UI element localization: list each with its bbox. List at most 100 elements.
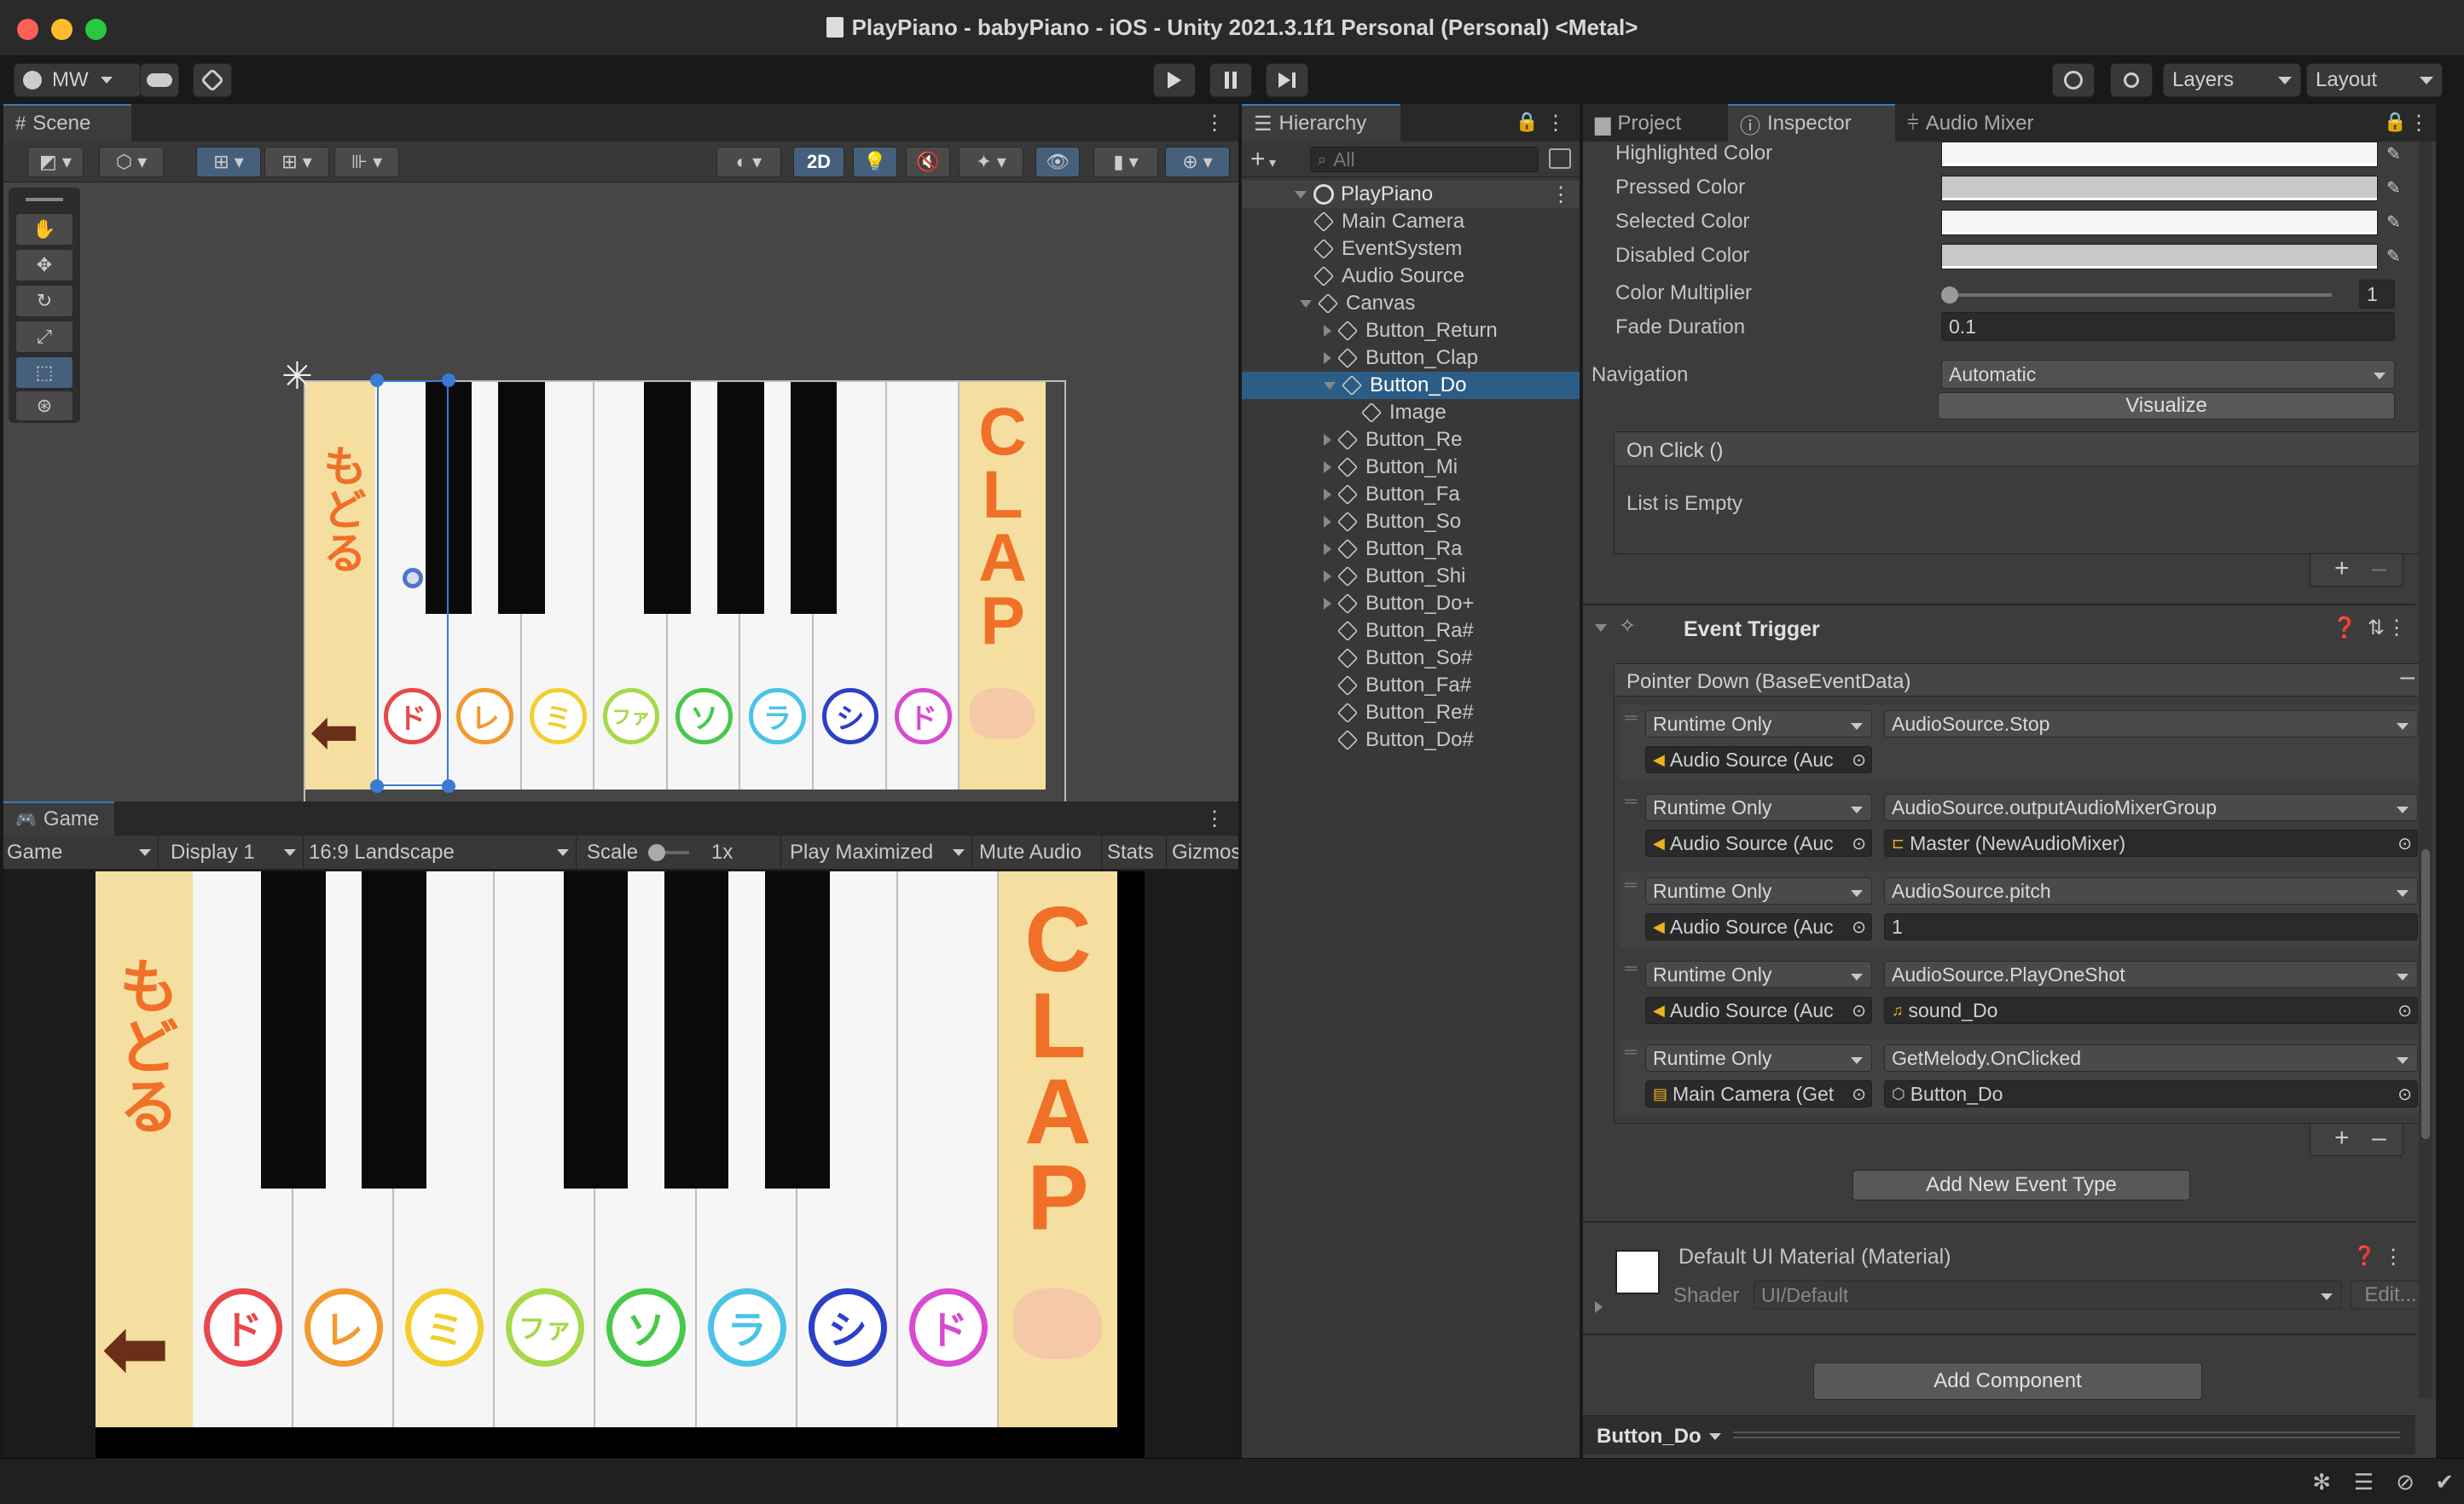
collapse-arrow-icon[interactable] bbox=[1324, 381, 1336, 390]
target-object-field[interactable]: ◀ Audio Source (Auc ⊙ bbox=[1645, 997, 1872, 1024]
hierarchy-item[interactable]: Button_Clap bbox=[1242, 344, 1580, 372]
game-black-key[interactable] bbox=[664, 871, 729, 1189]
function-dropdown[interactable]: GetMelody.OnClicked bbox=[1884, 1044, 2418, 1072]
function-dropdown[interactable]: AudioSource.Stop bbox=[1884, 710, 2418, 738]
visualize-button[interactable]: Visualize bbox=[1938, 392, 2395, 419]
object-picker-icon[interactable]: ⊙ bbox=[1852, 1084, 1866, 1105]
scene-clap-button[interactable]: CLAP bbox=[960, 382, 1046, 790]
inspector-menu-icon[interactable]: ⋮ bbox=[2409, 111, 2429, 136]
hierarchy-item[interactable]: Canvas bbox=[1242, 290, 1580, 317]
material-menu-icon[interactable]: ⋮ bbox=[2383, 1245, 2403, 1270]
camera-button[interactable]: ▮ ▾ bbox=[1093, 147, 1158, 177]
color-multiplier-field[interactable]: 1 bbox=[2359, 280, 2395, 309]
scene-back-button[interactable]: もどる ⬅ bbox=[305, 382, 376, 790]
game-black-key[interactable] bbox=[362, 871, 426, 1189]
scene-menu-icon[interactable]: ⋮ bbox=[1204, 111, 1225, 136]
selection-handle[interactable] bbox=[370, 779, 384, 793]
pivot-handle[interactable] bbox=[403, 568, 423, 588]
expand-arrow-icon[interactable] bbox=[1324, 325, 1331, 337]
eyedropper-icon[interactable]: ✎ bbox=[2386, 211, 2405, 232]
scrollbar-thumb[interactable] bbox=[2421, 849, 2430, 1139]
tab-hierarchy[interactable]: ☰ Hierarchy bbox=[1242, 104, 1400, 142]
gizmos-toggle[interactable]: Gizmos bbox=[1172, 836, 1238, 870]
drag-handle-icon[interactable]: ═ bbox=[1625, 709, 1637, 728]
tab-audio-mixer[interactable]: ⫩ Audio Mixer bbox=[1895, 104, 2066, 142]
runtime-mode-dropdown[interactable]: Runtime Only bbox=[1645, 1044, 1872, 1072]
object-picker-icon[interactable]: ⊙ bbox=[1852, 917, 1866, 938]
object-picker-icon[interactable]: ⊙ bbox=[2397, 833, 2412, 854]
root-menu-icon[interactable]: ⋮ bbox=[1551, 182, 1571, 207]
expand-arrow-icon[interactable] bbox=[1324, 434, 1331, 446]
runtime-mode-dropdown[interactable]: Runtime Only bbox=[1645, 961, 1872, 988]
argument-field[interactable]: ⬡ Button_Do ⊙ bbox=[1884, 1080, 2418, 1108]
object-picker-icon[interactable]: ⊙ bbox=[2397, 1084, 2412, 1105]
shader-dropdown[interactable]: UI/Default bbox=[1754, 1281, 2342, 1310]
hierarchy-item[interactable]: Button_Mi bbox=[1242, 454, 1580, 481]
expand-arrow-icon[interactable] bbox=[1324, 516, 1331, 528]
hierarchy-item[interactable]: Button_So bbox=[1242, 508, 1580, 535]
step-button[interactable] bbox=[1266, 63, 1308, 97]
hierarchy-item[interactable]: Audio Source bbox=[1242, 263, 1580, 290]
game-back-button[interactable]: もどる ⬅ bbox=[96, 871, 193, 1427]
function-dropdown[interactable]: AudioSource.outputAudioMixerGroup bbox=[1884, 794, 2418, 821]
hierarchy-item[interactable]: Button_Ra bbox=[1242, 535, 1580, 563]
lighting-button[interactable]: 💡 bbox=[853, 147, 897, 177]
help-icon[interactable]: ❓ bbox=[2353, 1245, 2376, 1267]
cloud-button[interactable] bbox=[140, 63, 179, 97]
event-trigger-header[interactable]: ✧ Event Trigger ❓ ⇅ ⋮ bbox=[1583, 609, 2415, 648]
drag-handle-icon[interactable]: ═ bbox=[1625, 792, 1637, 812]
selection-handle[interactable] bbox=[442, 373, 455, 387]
function-dropdown[interactable]: AudioSource.pitch bbox=[1884, 877, 2418, 905]
game-black-key[interactable] bbox=[764, 871, 830, 1189]
target-object-field[interactable]: ◀ Audio Source (Auc ⊙ bbox=[1645, 830, 1872, 857]
game-clap-button[interactable]: CLAP bbox=[999, 871, 1117, 1427]
gizmos-button[interactable]: ⊕ ▾ bbox=[1165, 147, 1230, 177]
navigation-dropdown[interactable]: Automatic bbox=[1941, 360, 2395, 389]
hierarchy-item[interactable]: Button_Do bbox=[1242, 372, 1580, 399]
scene-view[interactable]: ✋ ✥ ↻ ⤢ ⬚ ⊛ もどる ⬅ ドレミファソラシド C L A P ✳ bbox=[3, 182, 1238, 801]
target-object-field[interactable]: ▤ Main Camera (Get ⊙ bbox=[1645, 1080, 1872, 1108]
remove-event-button[interactable]: – bbox=[2400, 662, 2415, 691]
target-object-field[interactable]: ◀ Audio Source (Auc ⊙ bbox=[1645, 913, 1872, 940]
play-button[interactable] bbox=[1153, 63, 1196, 97]
mode-2d-button[interactable]: 2D bbox=[793, 147, 844, 177]
hand-tool-icon[interactable]: ✋ bbox=[15, 213, 73, 246]
argument-field[interactable]: ♫ sound_Do ⊙ bbox=[1884, 997, 2418, 1024]
scale-slider[interactable] bbox=[648, 844, 690, 861]
color-field[interactable] bbox=[1941, 142, 2378, 167]
search-button[interactable] bbox=[2110, 63, 2153, 97]
component-menu-icon[interactable]: ⋮ bbox=[2386, 616, 2407, 640]
transform-tool-icon[interactable]: ⊛ bbox=[15, 390, 73, 421]
drag-handle-icon[interactable]: ═ bbox=[1625, 876, 1637, 895]
lock-icon[interactable]: 🔒 bbox=[2384, 111, 2407, 133]
expand-arrow-icon[interactable] bbox=[1324, 543, 1331, 555]
help-icon[interactable]: ❓ bbox=[2332, 616, 2357, 640]
object-picker-icon[interactable]: ⊙ bbox=[1852, 1000, 1866, 1021]
expand-arrow-icon[interactable] bbox=[1324, 352, 1331, 364]
lock-icon[interactable]: 🔒 bbox=[1516, 111, 1539, 133]
tab-inspector[interactable]: ⓘ Inspector bbox=[1728, 104, 1895, 142]
add-new-event-type-button[interactable]: Add New Event Type bbox=[1852, 1170, 2190, 1200]
hierarchy-item[interactable]: Button_Shi bbox=[1242, 563, 1580, 590]
argument-field[interactable]: 1 bbox=[1884, 913, 2418, 940]
footer-splitter[interactable] bbox=[1733, 1432, 2400, 1438]
scene-black-key[interactable] bbox=[644, 382, 692, 615]
hierarchy-item[interactable]: Button_Ra# bbox=[1242, 617, 1580, 645]
remove-listener-button[interactable]: – bbox=[2372, 554, 2386, 583]
expand-arrow-icon[interactable] bbox=[1295, 190, 1307, 199]
scene-black-key[interactable] bbox=[790, 382, 838, 615]
pause-button[interactable] bbox=[1209, 63, 1252, 97]
check-icon[interactable]: ✔ bbox=[2435, 1469, 2454, 1495]
increment-snap-button[interactable]: ⊪ ▾ bbox=[334, 147, 399, 177]
add-object-button[interactable]: + ▾ bbox=[1250, 145, 1276, 174]
scene-black-key[interactable] bbox=[717, 382, 764, 615]
slider-thumb[interactable] bbox=[1941, 286, 1958, 304]
argument-field[interactable]: ⊏ Master (NewAudioMixer) ⊙ bbox=[1884, 830, 2418, 857]
selection-handle[interactable] bbox=[370, 373, 384, 387]
expand-arrow-icon[interactable] bbox=[1324, 598, 1331, 610]
anchor-icon[interactable]: ✳ bbox=[281, 355, 313, 398]
hierarchy-search[interactable]: ⌕ All bbox=[1310, 147, 1539, 172]
scene-visibility-icon[interactable] bbox=[1549, 148, 1571, 169]
target-object-field[interactable]: ◀ Audio Source (Auc ⊙ bbox=[1645, 746, 1872, 773]
mute-audio-toggle[interactable]: Mute Audio bbox=[979, 836, 1102, 870]
